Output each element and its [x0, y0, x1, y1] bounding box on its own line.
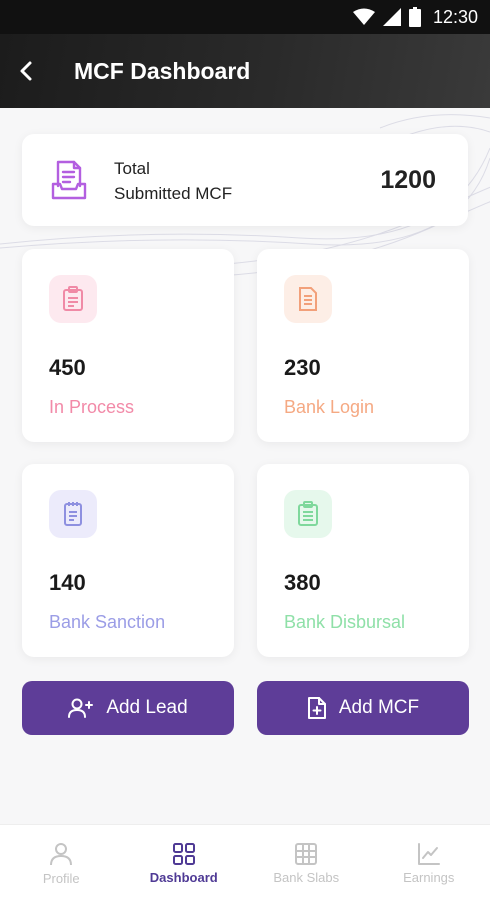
- add-document-icon: [307, 697, 326, 719]
- stat-label: In Process: [49, 397, 135, 417]
- clipboard-icon: [49, 275, 97, 323]
- stat-card-bank-login[interactable]: 230 Bank Login: [257, 249, 469, 442]
- total-label-line1: Total: [114, 159, 150, 178]
- bottom-navigation: Profile Dashboard Bank Slabs Earnings: [0, 824, 490, 900]
- document-list-icon: [284, 275, 332, 323]
- grid-icon: [172, 843, 195, 865]
- stat-value: 380: [284, 570, 321, 595]
- document-tray-icon: [51, 160, 87, 200]
- stat-label: Bank Disbursal: [284, 612, 406, 632]
- add-user-icon: [68, 698, 94, 718]
- add-mcf-button[interactable]: Add MCF: [257, 681, 469, 735]
- wifi-icon: [352, 8, 375, 25]
- dashboard-content: Total Submitted MCF 1200 450 In Process …: [0, 108, 490, 824]
- person-icon: [50, 843, 73, 866]
- add-lead-button[interactable]: Add Lead: [22, 681, 234, 735]
- stat-value: 450: [49, 355, 86, 380]
- total-label: Total Submitted MCF: [114, 156, 232, 206]
- clipboard-list-icon: [284, 490, 332, 538]
- total-label-line2: Submitted MCF: [114, 184, 233, 203]
- total-value: 1200: [380, 166, 436, 194]
- stat-card-in-process[interactable]: 450 In Process: [22, 249, 234, 442]
- page-title: MCF Dashboard: [74, 57, 251, 84]
- signal-icon: [382, 8, 401, 26]
- status-time: 12:30: [432, 6, 478, 27]
- status-bar: 12:30: [0, 0, 490, 34]
- nav-item-bank-slabs[interactable]: Bank Slabs: [245, 825, 368, 900]
- stat-label: Bank Login: [284, 397, 375, 417]
- nav-item-dashboard[interactable]: Dashboard: [123, 825, 246, 900]
- nav-label-profile: Profile: [42, 871, 80, 886]
- back-button[interactable]: [0, 34, 54, 108]
- add-lead-label: Add Lead: [106, 697, 188, 718]
- back-arrow-icon: [20, 61, 32, 81]
- table-icon: [295, 843, 318, 865]
- app-bar: MCF Dashboard: [0, 34, 490, 108]
- stat-card-bank-sanction[interactable]: 140 Bank Sanction: [22, 464, 234, 657]
- battery-icon: [408, 7, 421, 27]
- nav-label-dashboard: Dashboard: [149, 870, 218, 885]
- stat-value: 140: [49, 570, 86, 595]
- total-submitted-card: Total Submitted MCF 1200: [22, 134, 468, 226]
- notepad-icon: [49, 490, 97, 538]
- stat-label: Bank Sanction: [49, 612, 166, 632]
- trend-chart-icon: [417, 843, 440, 865]
- stat-card-bank-disbursal[interactable]: 380 Bank Disbursal: [257, 464, 469, 657]
- nav-label-bank-slabs: Bank Slabs: [273, 870, 340, 885]
- stat-value: 230: [284, 355, 321, 380]
- add-mcf-label: Add MCF: [338, 697, 420, 718]
- nav-item-earnings[interactable]: Earnings: [368, 825, 490, 900]
- nav-item-profile[interactable]: Profile: [0, 825, 123, 900]
- nav-label-earnings: Earnings: [403, 870, 455, 885]
